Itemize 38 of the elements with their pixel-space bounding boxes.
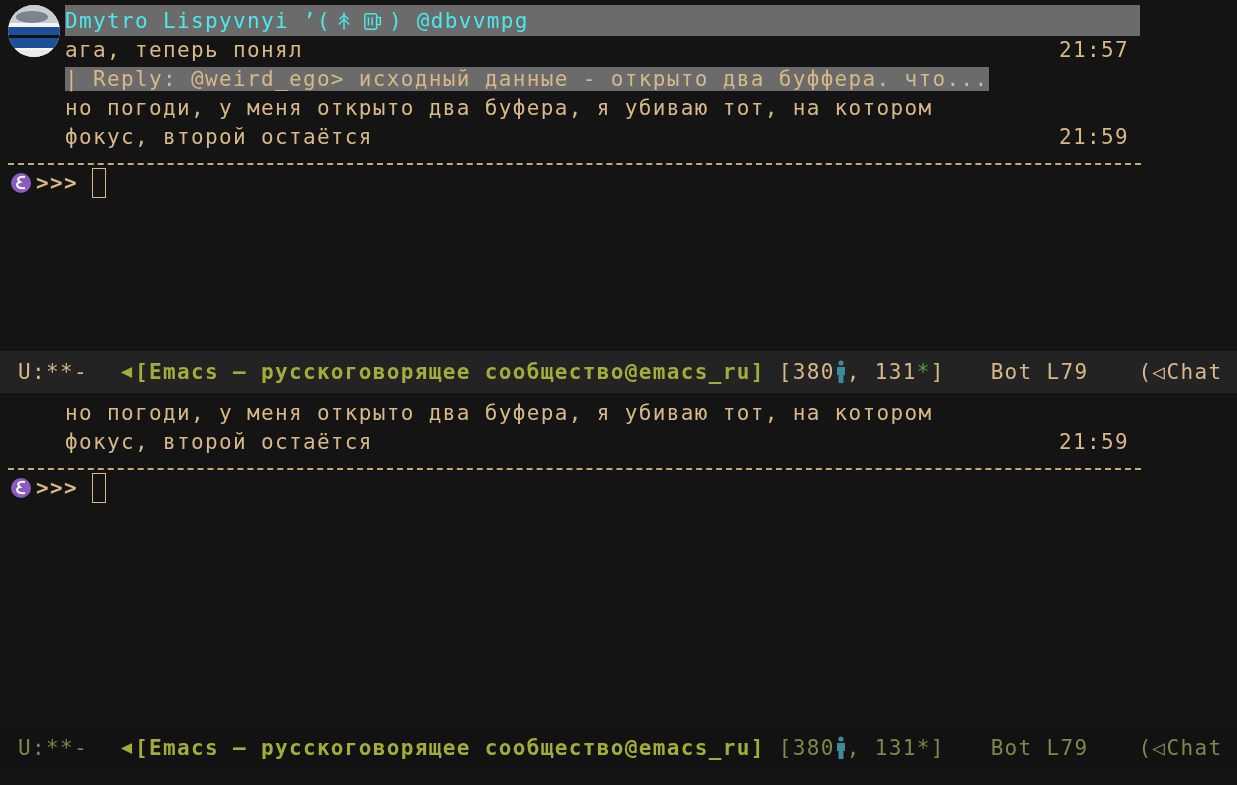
prompt: >>> [36,476,78,500]
major-mode: (◁Chat [1138,360,1223,384]
emacs-logo-icon [10,477,32,499]
buffer-state: U:**- [18,736,88,760]
buffer-name: [Emacs – русскоговорящее сообщество@emacs_ru] [134,360,765,384]
member-count: [380 [778,736,835,760]
buffer-position: Bot L79 [990,736,1089,760]
prompt: >>> [36,171,78,195]
major-mode: (◁Chat [1138,736,1223,760]
buffer-state: U:**- [18,360,88,384]
unread-mark-label: * [916,360,931,384]
buffer-name: [Emacs – русскоговорящее сообщество@emacs_ru] [134,736,765,760]
message-text: фокус, второй остаётся [65,124,373,149]
unread-mark-label: * [916,736,931,760]
cursor [92,168,106,198]
message-time: 21:59 [1059,124,1129,149]
author-handle: ) @dbvvmpg [388,8,529,33]
member-count: [380 [778,360,835,384]
tree-icon [336,9,351,32]
bracket: ] [930,736,945,760]
reply-quote: | Reply: @weird_ego> исходный данные - открыто два буффера. что... [65,66,989,91]
bracket: ] [930,360,945,384]
message-text: ага, теперь понял [65,37,303,62]
cursor [92,473,106,503]
emacs-logo-icon [10,172,32,194]
person-icon [835,736,846,760]
person-icon [835,360,846,384]
message-text: но погоди, у меня открыто два буфера, я убиваю тот, на котором [65,95,933,120]
message-time: 21:57 [1059,37,1129,62]
message-text: но погоди, у меня открыто два буфера, я убиваю тот, на котором [65,400,933,425]
unread-count: , 131 [846,736,917,760]
message-time: 21:59 [1059,429,1129,454]
triangle-icon [119,365,133,379]
unread-count: , 131 [846,360,917,384]
message-text: фокус, второй остаётся [65,429,373,454]
author-name: Dmytro Lispyvnyi ’( [65,8,331,33]
triangle-icon [119,741,133,755]
buffer-position: Bot L79 [990,360,1089,384]
